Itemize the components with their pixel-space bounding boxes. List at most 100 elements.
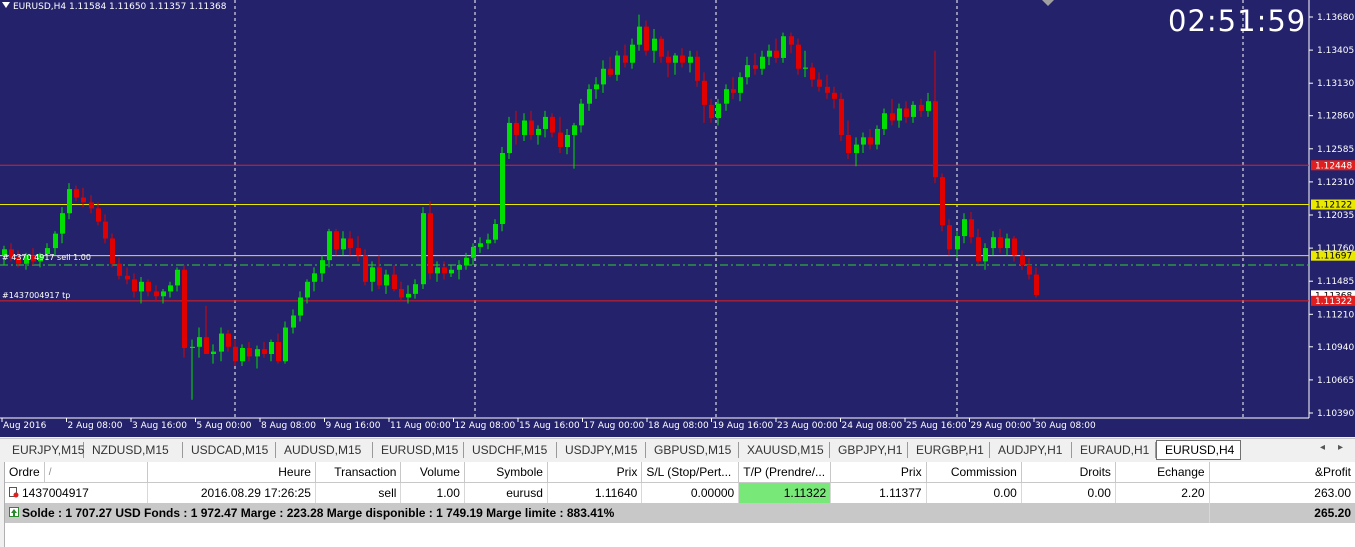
tab-eurusd-m15[interactable]: EURUSD,M15 <box>373 442 464 458</box>
candle-bull <box>384 274 389 286</box>
col-header-sort[interactable]: / <box>44 462 148 483</box>
col-header-price[interactable]: Prix <box>830 462 927 483</box>
candle-bear <box>356 248 361 256</box>
candle-bear <box>1034 274 1039 296</box>
col-header-taxes[interactable]: Droits <box>1021 462 1116 483</box>
candle-bull <box>911 104 916 117</box>
candle-bear <box>96 208 101 222</box>
tab-eurusd-h4[interactable]: EURUSD,H4 <box>1156 440 1241 460</box>
candle-bear <box>247 348 252 357</box>
tab-eurgbp-h1[interactable]: EURGBP,H1 <box>908 442 990 458</box>
tab-gbpjpy-h1[interactable]: GBPJPY,H1 <box>830 442 908 458</box>
candlestick-chart[interactable]: 1.13680 1.13405 1.13130 1.12860 1.12585 1.123… <box>0 0 1355 437</box>
col-header-tp[interactable]: T/P (Prendre/... <box>738 462 832 483</box>
tp-cell[interactable]: 1.11322 <box>738 482 832 503</box>
table-row[interactable]: 1437004917 2016.08.29 17:26:25 sell 1.00… <box>5 482 1355 503</box>
sl-cell[interactable]: 0.00000 <box>641 482 740 503</box>
order-number: 1437004917 <box>22 486 89 500</box>
col-header-symbol[interactable]: Symbole <box>464 462 548 483</box>
candle-bull <box>522 120 527 135</box>
candle-bear <box>1020 255 1025 265</box>
time-tick-label: 2 Aug 08:00 <box>68 421 123 431</box>
col-header-swap[interactable]: Echange <box>1115 462 1210 483</box>
col-header-type[interactable]: Transaction <box>315 462 402 483</box>
candle-bull <box>197 337 202 347</box>
candle-bull <box>320 260 325 274</box>
tab-scroll-left-icon[interactable]: ◂ <box>1320 442 1325 453</box>
col-header-order[interactable]: Ordre <box>5 462 45 483</box>
candle-bear <box>74 189 79 198</box>
tab-usdcad-m15[interactable]: USDCAD,M15 <box>183 442 276 458</box>
candle-bear <box>695 56 700 81</box>
tab-usdchf-m15[interactable]: USDCHF,M15 <box>464 442 557 458</box>
candle-bear <box>947 225 952 250</box>
commission-cell: 0.00 <box>926 482 1022 503</box>
order-label-sell[interactable]: # 4370 4917 sell 1.00 <box>2 253 91 262</box>
candle-bear <box>377 267 382 286</box>
candle-bear <box>132 279 137 292</box>
candle-bear <box>789 36 794 45</box>
tab-scroll-right-icon[interactable]: ▸ <box>1338 442 1343 453</box>
candle-bear <box>125 275 130 280</box>
candle-bear <box>940 177 945 226</box>
candle-bull <box>240 348 245 362</box>
time-tick-label: 18 Aug 08:00 <box>648 421 709 431</box>
candle-bull <box>803 67 808 69</box>
candle-bull <box>673 55 678 63</box>
terminal-panel: Ordre / Heure Transaction Volume Symbole… <box>4 462 1355 547</box>
candle-bear <box>731 89 736 93</box>
candle-bull <box>500 153 505 225</box>
candle-bull <box>305 281 310 298</box>
col-header-open-price[interactable]: Prix <box>547 462 643 483</box>
tab-euraud-h1[interactable]: EURAUD,H1 <box>1072 442 1156 458</box>
price-tick-label: 1.13130 <box>1317 79 1354 89</box>
orders-header-row: Ordre / Heure Transaction Volume Symbole… <box>5 462 1355 483</box>
candle-bear <box>868 137 873 145</box>
tab-usdjpy-m15[interactable]: USDJPY,M15 <box>557 442 646 458</box>
time-tick-label: 15 Aug 16:00 <box>519 421 580 431</box>
col-header-sl[interactable]: S/L (Stop/Pert... <box>641 462 740 483</box>
order-cell[interactable]: 1437004917 <box>5 482 148 503</box>
candle-bear <box>680 55 685 63</box>
candle-bull <box>983 248 988 262</box>
candle-bull <box>168 285 173 292</box>
candle-bear <box>103 221 108 239</box>
tab-audusd-m15[interactable]: AUDUSD,M15 <box>276 442 373 458</box>
candle-bear <box>392 274 397 290</box>
candle-bear <box>348 238 353 249</box>
time-tick-label: 25 Aug 16:00 <box>906 421 967 431</box>
candle-bull <box>341 238 346 250</box>
col-header-profit[interactable]: &Profit <box>1209 462 1355 483</box>
chart-shift-marker-icon[interactable] <box>1042 0 1054 6</box>
price-tick-label: 1.10665 <box>1317 376 1354 386</box>
orders-table: Ordre / Heure Transaction Volume Symbole… <box>5 462 1355 523</box>
candle-bear <box>774 50 779 58</box>
candle-bear <box>399 289 404 298</box>
tab-xauusd-m15[interactable]: XAUUSD,M15 <box>739 442 830 458</box>
tab-nzdusd-m15[interactable]: NZDUSD,M15 <box>84 442 183 458</box>
tab-gbpusd-m15[interactable]: GBPUSD,M15 <box>646 442 739 458</box>
candle-bull <box>435 267 440 274</box>
candle-bull <box>875 128 880 145</box>
type-cell: sell <box>315 482 402 503</box>
candle-bull <box>861 137 866 145</box>
candle-bull <box>327 231 332 261</box>
candle-bear <box>1012 238 1017 256</box>
chart-menu-triangle-icon[interactable] <box>2 2 10 8</box>
candle-bear <box>933 101 938 178</box>
price-chart[interactable]: 1.13680 1.13405 1.13130 1.12860 1.12585 1.123… <box>0 0 1355 437</box>
candle-bull <box>637 26 642 45</box>
candle-bull <box>716 103 721 119</box>
col-header-volume[interactable]: Volume <box>400 462 465 483</box>
tab-eurjpy-m15[interactable]: EURJPY,M15 <box>4 442 84 458</box>
candle-bull <box>587 89 592 104</box>
col-header-time[interactable]: Heure <box>147 462 316 483</box>
balance-icon <box>9 507 19 517</box>
candle-bear <box>702 80 707 105</box>
col-header-commission[interactable]: Commission <box>926 462 1022 483</box>
time-tick-label: 17 Aug 00:00 <box>584 421 645 431</box>
order-label-tp[interactable]: #1437004917 tp <box>2 291 70 300</box>
time-tick-label: 3 Aug 16:00 <box>132 421 187 431</box>
tab-audjpy-h1[interactable]: AUDJPY,H1 <box>990 442 1072 458</box>
candle-bull <box>897 108 902 121</box>
